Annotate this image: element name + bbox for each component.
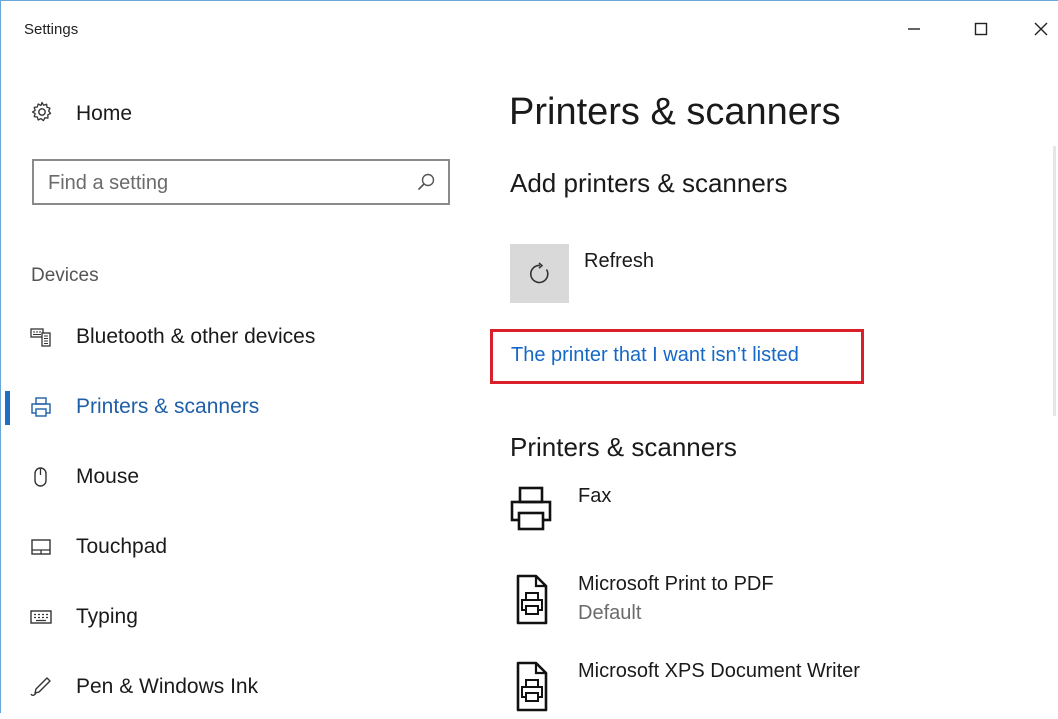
printer-icon: [29, 395, 53, 419]
device-name: Microsoft Print to PDF: [578, 573, 774, 595]
scrollbar[interactable]: [1053, 146, 1056, 416]
touchpad-icon: [29, 535, 53, 559]
title-bar: Settings: [1, 1, 1058, 61]
refresh-icon: [529, 262, 549, 284]
document-printer-icon: [506, 573, 556, 627]
sidebar-item-touchpad[interactable]: Touchpad: [1, 523, 471, 573]
add-printers-heading: Add printers & scanners: [510, 168, 788, 198]
search-icon[interactable]: [416, 172, 436, 197]
refresh-label: Refresh: [584, 250, 655, 272]
sidebar-item-mouse[interactable]: Mouse: [1, 453, 471, 503]
active-indicator: [5, 391, 10, 425]
search-input[interactable]: [48, 170, 388, 196]
home-label: Home: [76, 102, 133, 125]
document-printer-icon: [506, 660, 556, 714]
bluetooth-devices-icon: [29, 325, 53, 349]
sidebar-item-bluetooth[interactable]: Bluetooth & other devices: [1, 313, 471, 363]
sidebar-item-label: Pen & Windows Ink: [76, 675, 259, 698]
pen-icon: [29, 675, 53, 699]
minimize-icon: [908, 28, 920, 30]
sidebar-item-label: Typing: [76, 605, 138, 628]
mouse-icon: [29, 465, 53, 489]
device-status: Default: [578, 602, 642, 624]
sidebar-item-label: Mouse: [76, 465, 140, 488]
gear-icon: [31, 101, 53, 128]
refresh-button[interactable]: [510, 244, 569, 303]
devices-section-header: Devices: [31, 265, 99, 286]
search-box: [32, 159, 450, 205]
maximize-icon: [974, 22, 988, 36]
sidebar-item-label: Bluetooth & other devices: [76, 325, 316, 348]
sidebar-item-printers[interactable]: Printers & scanners: [1, 383, 471, 433]
close-button[interactable]: [1021, 15, 1058, 45]
minimize-button[interactable]: [894, 15, 934, 45]
maximize-button[interactable]: [961, 15, 1001, 45]
keyboard-icon: [29, 605, 53, 629]
device-name: Fax: [578, 485, 612, 507]
printers-list-heading: Printers & scanners: [510, 432, 737, 462]
printer-not-listed-link[interactable]: The printer that I want isn’t listed: [511, 344, 799, 367]
window-title: Settings: [24, 21, 79, 38]
device-name: Microsoft XPS Document Writer: [578, 660, 860, 682]
sidebar-item-label: Printers & scanners: [76, 395, 260, 418]
sidebar-item-typing[interactable]: Typing: [1, 593, 471, 643]
sidebar-item-pen[interactable]: Pen & Windows Ink: [1, 663, 471, 713]
fax-printer-icon: [506, 485, 556, 539]
page-title: Printers & scanners: [509, 91, 841, 133]
sidebar-item-label: Touchpad: [76, 535, 168, 558]
close-icon: [1034, 22, 1048, 36]
settings-window: Settings Home Devices: [0, 0, 1058, 713]
